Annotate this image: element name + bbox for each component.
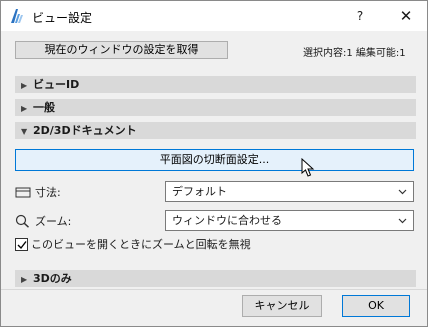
floor-plan-cut-plane-button[interactable]: 平面図の切断面設定... — [15, 149, 414, 171]
zoom-select[interactable]: ウィンドウに合わせる — [165, 210, 414, 231]
view-settings-dialog: ビュー設定 ? ✕ 現在のウィンドウの設定を取得 選択内容:1 編集可能:1 ▶… — [0, 0, 428, 327]
magnifier-icon — [15, 214, 29, 228]
archicad-app-icon — [11, 9, 23, 23]
chevron-down-icon: ▼ — [21, 127, 28, 136]
size-select-value: デフォルト — [172, 185, 227, 198]
section-3d-only[interactable]: ▶ 3Dのみ — [15, 270, 416, 287]
section-label: 2D/3Dドキュメント — [33, 124, 137, 137]
chevron-down-icon — [398, 218, 407, 224]
ok-button[interactable]: OK — [342, 295, 410, 317]
chevron-right-icon: ▶ — [21, 275, 28, 284]
zoom-field-label: ズーム: — [15, 213, 71, 229]
section-view-id[interactable]: ▶ ビューID — [15, 76, 416, 93]
section-label: ビューID — [33, 78, 80, 91]
section-2d-3d-documents[interactable]: ▼ 2D/3Dドキュメント — [15, 122, 416, 139]
zoom-label: ズーム: — [35, 215, 72, 228]
mouse-pointer-icon — [301, 158, 315, 177]
close-button[interactable]: ✕ — [391, 5, 421, 27]
dialog-title: ビュー設定 — [32, 11, 93, 25]
get-current-window-settings-button[interactable]: 現在のウィンドウの設定を取得 — [15, 41, 228, 59]
cancel-button[interactable]: キャンセル — [242, 295, 322, 317]
section-label: 3Dのみ — [33, 272, 72, 285]
section-general[interactable]: ▶ 一般 — [15, 99, 416, 116]
chevron-right-icon: ▶ — [21, 81, 28, 90]
chevron-down-icon — [398, 189, 407, 195]
title-bar[interactable]: ビュー設定 ? ✕ — [1, 1, 427, 31]
ruler-size-icon — [15, 187, 31, 198]
size-field-label: 寸法: — [15, 184, 61, 200]
size-select[interactable]: デフォルト — [165, 181, 414, 202]
footer-divider — [1, 289, 427, 290]
ignore-zoom-rotation-label: このビューを開くときにズームと回転を無視 — [31, 238, 251, 251]
ignore-zoom-rotation-checkbox[interactable] — [15, 237, 28, 251]
zoom-select-value: ウィンドウに合わせる — [172, 214, 282, 227]
ignore-zoom-rotation-option[interactable]: このビューを開くときにズームと回転を無視 — [15, 236, 251, 252]
section-label: 一般 — [33, 101, 55, 114]
checkmark-icon — [17, 240, 27, 249]
size-label: 寸法: — [35, 186, 61, 199]
help-button[interactable]: ? — [347, 5, 373, 27]
selection-info: 選択内容:1 編集可能:1 — [303, 48, 406, 59]
chevron-right-icon: ▶ — [21, 104, 28, 113]
